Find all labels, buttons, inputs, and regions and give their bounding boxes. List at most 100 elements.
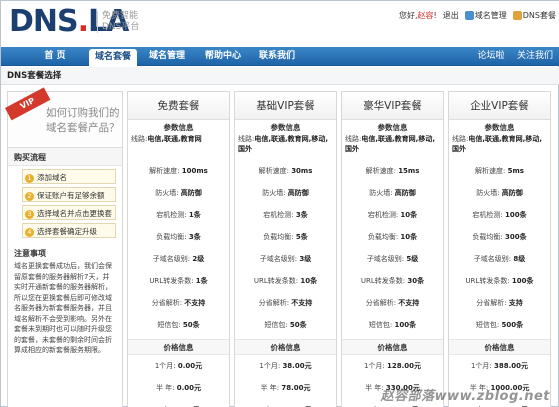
- spec-label: URL转发条数:: [360, 277, 406, 285]
- spec-label: 子域名级别:: [473, 255, 512, 263]
- spec-value: 不支持: [291, 299, 313, 307]
- spec-row: 宕机检测: 100条: [449, 204, 550, 226]
- step-item: 1 添加域名: [22, 169, 116, 184]
- nav-domain-manage[interactable]: 域名管理: [143, 47, 191, 66]
- spec-row: 解析速度: 5ms: [449, 160, 550, 182]
- spec-value: 500条: [501, 321, 524, 329]
- step-text: 添加域名: [37, 173, 67, 182]
- spec-value: 5条: [295, 233, 308, 241]
- plans-area: 免费套餐 参数信息 线路:电信,联通,教育网 解析速度: 100ms 防火墙: 高防御宕…: [127, 91, 559, 407]
- spec-lines: 线路:电信,联通,教育网,移动,国外: [342, 134, 443, 160]
- spec-value: 10条: [300, 277, 318, 285]
- step-text: 选择套餐确定升级: [37, 227, 97, 236]
- spec-label: 负载均衡:: [472, 233, 503, 241]
- price-row: 半 年: 78.00元: [235, 377, 336, 399]
- dns-package-link[interactable]: DNS套餐: [512, 10, 556, 21]
- greeting: 您好,: [399, 11, 418, 20]
- slogan-line1: 免费智能: [102, 11, 139, 21]
- spec-value: 10条: [400, 211, 418, 219]
- price-label: 半 年:: [155, 384, 175, 392]
- spec-label: 分省解析:: [476, 299, 507, 307]
- step-number: 4: [25, 227, 34, 237]
- spec-value: 3条: [188, 233, 201, 241]
- spec-value: 3级: [299, 255, 312, 263]
- domain-manage-link[interactable]: 域名管理: [464, 10, 507, 21]
- spec-label: 短信包:: [264, 321, 288, 329]
- notes-title: 注意事项: [14, 249, 46, 258]
- params-title: 参数信息: [270, 123, 301, 132]
- spec-label: 防火墙:: [476, 189, 500, 197]
- username-link[interactable]: 赵容: [418, 11, 434, 20]
- spec-label: 线路:: [452, 135, 469, 143]
- step-text: 保证账户有足够余额: [37, 191, 105, 200]
- spec-row: 子域名级别: 5级: [342, 248, 443, 270]
- spec-label: 解析速度:: [365, 167, 396, 175]
- spec-label: 子域名级别:: [152, 255, 191, 263]
- spec-value: 1条: [188, 211, 201, 219]
- logout-link[interactable]: 退出: [443, 10, 459, 21]
- nav-contact[interactable]: 联系我们: [253, 47, 301, 66]
- spec-row: 子域名级别: 8级: [449, 248, 550, 270]
- spec-value: 30ms: [291, 167, 313, 175]
- logo-main: DNS: [9, 4, 79, 39]
- spec-row: 防火墙: 高防御: [235, 182, 336, 204]
- spec-label: 解析速度:: [475, 167, 506, 175]
- spec-label: 短信包:: [368, 321, 393, 329]
- nav-forum[interactable]: 论坛啦: [473, 47, 509, 66]
- spec-label: 宕机检测:: [472, 211, 503, 219]
- params-title: 参数信息: [377, 123, 408, 132]
- plan-title[interactable]: 企业VIP套餐: [449, 92, 550, 120]
- spec-row: 防火墙: 高防御: [449, 182, 550, 204]
- spec-row: 解析速度: 100ms: [128, 160, 229, 182]
- spec-row: 宕机检测: 10条: [342, 204, 443, 226]
- spec-label: 子域名级别:: [259, 255, 298, 263]
- plan-free: 免费套餐 参数信息 线路:电信,联通,教育网 解析速度: 100ms 防火墙: 高防御宕…: [127, 91, 230, 407]
- spec-lines: 线路:电信,联通,教育网: [128, 134, 229, 160]
- spec-label: URL转发条数:: [149, 277, 194, 285]
- spec-value: 不支持: [398, 299, 420, 307]
- steps-title: 购买流程: [8, 148, 122, 166]
- spec-value: 3条: [295, 211, 308, 219]
- spec-value: 5级: [406, 255, 419, 263]
- spec-label: 分省解析:: [365, 299, 397, 307]
- plan-enterprise-vip: 企业VIP套餐 参数信息 线路:电信,联通,教育网,移动,国外 解析速度: 5ms 防火…: [448, 91, 551, 407]
- spec-row: 短信包: 100条: [342, 314, 443, 336]
- plan-title[interactable]: 基础VIP套餐: [235, 92, 336, 120]
- purchase-guide-panel: VIP 如何订购我们的域名套餐产品？ 购买流程 1 添加域名 2 保证账户有足够余额…: [5, 87, 123, 407]
- price-title: 价格信息: [235, 339, 336, 355]
- price-value: 128.00元: [387, 362, 422, 370]
- spec-row: 负载均衡: 3条: [128, 226, 229, 248]
- spec-row: 负载均衡: 10条: [342, 226, 443, 248]
- nav-home[interactable]: 首 页: [31, 47, 79, 66]
- notes-text: 域名更换套餐成功后，我们会保留原套餐的服务器解析7天，并实时开通新套餐的服务器解…: [14, 262, 112, 354]
- spec-row: 解析速度: 15ms: [342, 160, 443, 182]
- spec-value: 高防御: [287, 189, 309, 197]
- spec-value: 100ms: [181, 167, 208, 175]
- spec-row: 短信包: 50条: [128, 314, 229, 336]
- nav-domain-package[interactable]: 域名套餐: [89, 49, 137, 66]
- spec-value: 100条: [394, 321, 417, 329]
- nav-help[interactable]: 帮助中心: [199, 47, 247, 66]
- price-label: 半 年:: [260, 384, 280, 392]
- price-title: 价格信息: [342, 339, 443, 355]
- spec-lines: 线路:电信,联通,教育网,移动,国外: [235, 134, 336, 160]
- spec-row: 宕机检测: 1条: [128, 204, 229, 226]
- top-header: DNS.LA 免费智能 DNS平台 您好,赵容! 退出 域名管理 DNS套餐: [1, 1, 559, 47]
- nav-follow[interactable]: 关注我们: [513, 47, 557, 66]
- spec-row: 子域名级别: 2级: [128, 248, 229, 270]
- spec-value: 300条: [504, 233, 527, 241]
- plan-title[interactable]: 豪华VIP套餐: [342, 92, 443, 120]
- spec-label: 防火墙:: [262, 189, 286, 197]
- step-item: 2 保证账户有足够余额: [22, 187, 116, 202]
- domain-manage-label: 域名管理: [474, 11, 507, 20]
- step-number: 3: [25, 209, 34, 219]
- plan-deluxe-vip: 豪华VIP套餐 参数信息 线路:电信,联通,教育网,移动,国外 解析速度: 15ms 防…: [341, 91, 444, 407]
- price-value: 38.00元: [282, 362, 312, 370]
- spec-label: 分省解析:: [151, 299, 183, 307]
- params-title: 参数信息: [484, 123, 515, 132]
- plan-basic-vip: 基础VIP套餐 参数信息 线路:电信,联通,教育网,移动,国外 解析速度: 30ms 防…: [234, 91, 337, 407]
- spec-lines: 线路:电信,联通,教育网,移动,国外: [449, 134, 550, 160]
- spec-value: 100条: [511, 277, 534, 285]
- plan-title[interactable]: 免费套餐: [128, 92, 229, 120]
- spec-row: 防火墙: 高防御: [128, 182, 229, 204]
